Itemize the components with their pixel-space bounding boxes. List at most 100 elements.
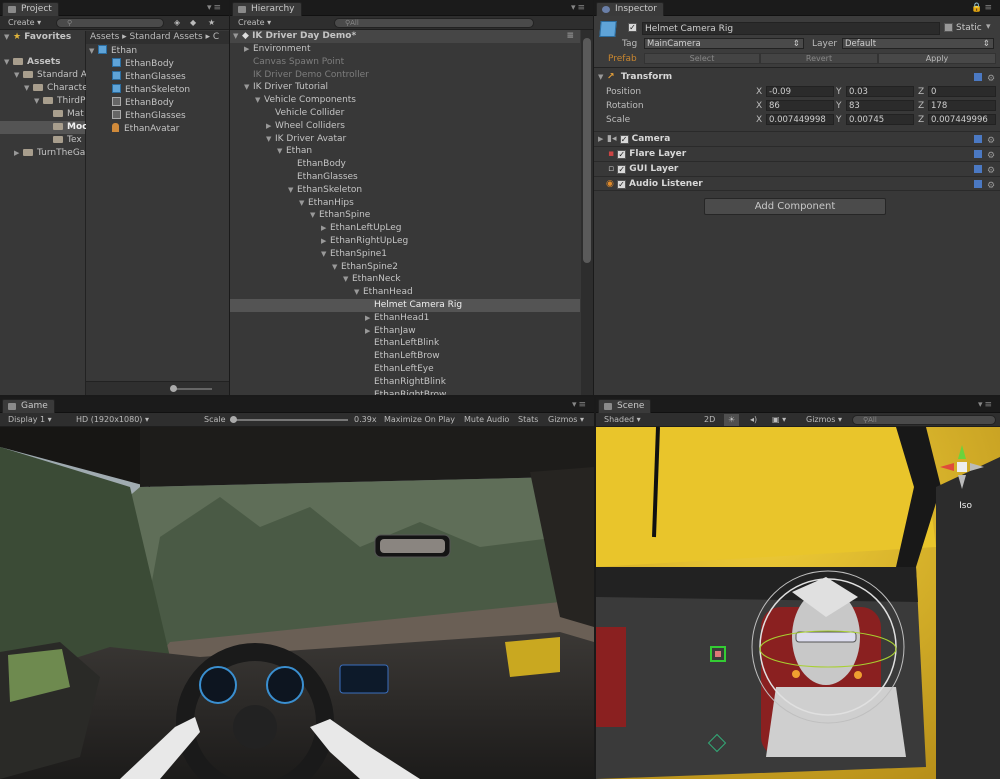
scene-search-input[interactable]: ⚲All	[852, 415, 996, 425]
position-x-field[interactable]: -0.09	[766, 86, 834, 97]
scale-slider-thumb[interactable]	[230, 416, 237, 423]
hierarchy-item[interactable]: ▶ EthanRightUpLeg	[230, 235, 580, 248]
component-enabled-checkbox[interactable]: ✓	[617, 180, 626, 189]
hierarchy-item[interactable]: ▶ EthanJaw	[230, 325, 580, 338]
expanded-arrow-icon[interactable]: ▼	[266, 133, 275, 146]
collapsed-arrow-icon[interactable]: ▶	[365, 325, 374, 338]
help-book-icon[interactable]	[974, 180, 982, 188]
stats-toggle[interactable]: Stats	[514, 414, 542, 426]
hierarchy-item[interactable]: IK Driver Demo Controller	[230, 69, 580, 82]
hierarchy-item[interactable]: ▼ Ethan	[230, 145, 580, 158]
tree-item[interactable]: Mat	[0, 108, 85, 121]
expanded-arrow-icon[interactable]: ▼	[255, 94, 264, 107]
project-search-input[interactable]: ⚲	[56, 18, 164, 28]
scale-slider[interactable]	[230, 416, 348, 423]
hierarchy-item[interactable]: ▼ EthanSpine1	[230, 248, 580, 261]
expanded-arrow-icon[interactable]: ▼	[310, 209, 319, 222]
gear-icon[interactable]: ⚙	[987, 179, 995, 194]
tab-game[interactable]: Game	[2, 399, 55, 413]
scene-orientation-gizmo[interactable]	[934, 439, 990, 495]
filter-label-icon[interactable]: ◆	[186, 17, 200, 29]
tab-inspector[interactable]: Inspector	[596, 2, 664, 16]
component-enabled-checkbox[interactable]: ✓	[617, 165, 627, 174]
hierarchy-item[interactable]: ▼ EthanSkeleton	[230, 184, 580, 197]
static-checkbox[interactable]	[944, 23, 953, 32]
add-component-button[interactable]: Add Component	[704, 198, 886, 215]
audio-toggle-icon[interactable]: ◂)	[746, 414, 761, 426]
help-book-icon[interactable]	[974, 165, 982, 173]
expanded-arrow-icon[interactable]: ▼	[332, 261, 341, 274]
scene-header[interactable]: ▼ ◆ IK Driver Day Demo* ≡	[230, 30, 580, 43]
camera-component-header[interactable]: ▶ ▮◂ ✓ Camera ⚙	[594, 131, 1000, 146]
ik-target-handle[interactable]	[854, 671, 862, 679]
rotation-z-field[interactable]: 178	[928, 100, 996, 111]
gui-layer-component-header[interactable]: ▫ ✓ GUI Layer ⚙	[594, 161, 1000, 176]
scene-menu-icon[interactable]: ≡	[566, 30, 574, 43]
file-item[interactable]: ▼ Ethan	[86, 45, 229, 58]
favorites-row[interactable]: ▼ ★ Favorites	[0, 31, 85, 44]
file-item[interactable]: EthanBody	[86, 97, 229, 110]
hierarchy-item[interactable]: Helmet Camera Rig	[230, 299, 580, 312]
expanded-arrow-icon[interactable]: ▼	[321, 248, 330, 261]
prefab-apply-button[interactable]: Apply	[878, 53, 996, 64]
maximize-on-play-toggle[interactable]: Maximize On Play	[380, 414, 459, 426]
breadcrumb-item[interactable]: Assets	[90, 32, 119, 42]
rotation-x-field[interactable]: 86	[766, 100, 834, 111]
rotation-y-field[interactable]: 83	[846, 100, 914, 111]
tree-item-selected[interactable]: Moc	[0, 121, 87, 134]
component-enabled-checkbox[interactable]: ✓	[619, 135, 629, 144]
transform-header[interactable]: ▼ ↗ Transform ⚙	[594, 70, 1000, 85]
project-create-button[interactable]: Create ▾	[4, 17, 45, 29]
hierarchy-item[interactable]: ▼ EthanSpine2	[230, 261, 580, 274]
audio-listener-component-header[interactable]: ◉ ✓ Audio Listener ⚙	[594, 176, 1000, 191]
hierarchy-item[interactable]: ▶ Environment	[230, 43, 580, 56]
file-item[interactable]: EthanGlasses	[86, 71, 229, 84]
tree-item[interactable]: ▼ Standard A	[0, 69, 87, 82]
expanded-arrow-icon[interactable]: ▼	[277, 145, 286, 158]
hierarchy-item[interactable]: ▶ EthanHead1	[230, 312, 580, 325]
breadcrumb-item[interactable]: Standard Assets	[130, 32, 203, 42]
effects-toggle-icon[interactable]: ▣ ▾	[768, 414, 790, 426]
zoom-slider-thumb[interactable]	[170, 385, 177, 392]
hierarchy-scrollbar[interactable]	[581, 30, 593, 395]
scale-x-field[interactable]: 0.007449998	[766, 114, 834, 125]
tab-hierarchy[interactable]: Hierarchy	[232, 2, 302, 16]
hierarchy-item[interactable]: EthanLeftEye	[230, 363, 580, 376]
hierarchy-item[interactable]: Canvas Spawn Point	[230, 56, 580, 69]
lighting-toggle-icon[interactable]: ☀	[724, 414, 740, 426]
hierarchy-create-button[interactable]: Create ▾	[234, 17, 275, 29]
display-dropdown[interactable]: Display 1 ▾	[4, 414, 56, 426]
tab-scene[interactable]: Scene	[598, 399, 652, 413]
help-book-icon[interactable]	[974, 150, 982, 158]
panel-menu-icon[interactable]: ▾≡	[207, 3, 223, 13]
scrollbar-thumb[interactable]	[583, 38, 591, 263]
hierarchy-item[interactable]: ▼ Vehicle Components	[230, 94, 580, 107]
tree-item[interactable]: ▼ Characte	[0, 82, 88, 95]
hierarchy-search-input[interactable]: ⚲All	[334, 18, 534, 28]
hierarchy-item[interactable]: ▼ IK Driver Tutorial	[230, 81, 580, 94]
hierarchy-item[interactable]: ▼ IK Driver Avatar	[230, 133, 580, 146]
game-viewport[interactable]	[0, 427, 594, 779]
panel-menu-icon[interactable]: ▾≡	[571, 3, 587, 13]
hierarchy-item[interactable]: ▼ EthanHips	[230, 197, 580, 210]
flare-layer-component-header[interactable]: ▪ ✓ Flare Layer ⚙	[594, 146, 1000, 161]
hierarchy-item[interactable]: ▼ EthanNeck	[230, 273, 580, 286]
static-dropdown-icon[interactable]: ▾	[986, 22, 991, 32]
game-gizmos-dropdown[interactable]: Gizmos ▾	[544, 414, 588, 426]
object-name-field[interactable]: Helmet Camera Rig	[642, 22, 940, 35]
expanded-arrow-icon[interactable]: ▼	[354, 286, 363, 299]
scale-y-field[interactable]: 0.00745	[846, 114, 914, 125]
hierarchy-item[interactable]: Vehicle Collider	[230, 107, 580, 120]
hierarchy-item[interactable]: ▶ EthanLeftUpLeg	[230, 222, 580, 235]
hierarchy-item[interactable]: EthanGlasses	[230, 171, 580, 184]
hierarchy-item[interactable]: EthanLeftBrow	[230, 350, 580, 363]
hierarchy-item[interactable]: ▶ Wheel Colliders	[230, 120, 580, 133]
prefab-select-button[interactable]: Select	[644, 53, 760, 64]
component-enabled-checkbox[interactable]: ✓	[617, 150, 627, 159]
help-book-icon[interactable]	[974, 135, 982, 143]
hierarchy-item[interactable]: EthanRightBlink	[230, 376, 580, 389]
toggle-2d-button[interactable]: 2D	[700, 414, 719, 426]
tag-dropdown[interactable]: MainCamera ⇕	[644, 38, 804, 49]
expanded-arrow-icon[interactable]: ▼	[343, 273, 352, 286]
collapsed-arrow-icon[interactable]: ▶	[365, 312, 374, 325]
